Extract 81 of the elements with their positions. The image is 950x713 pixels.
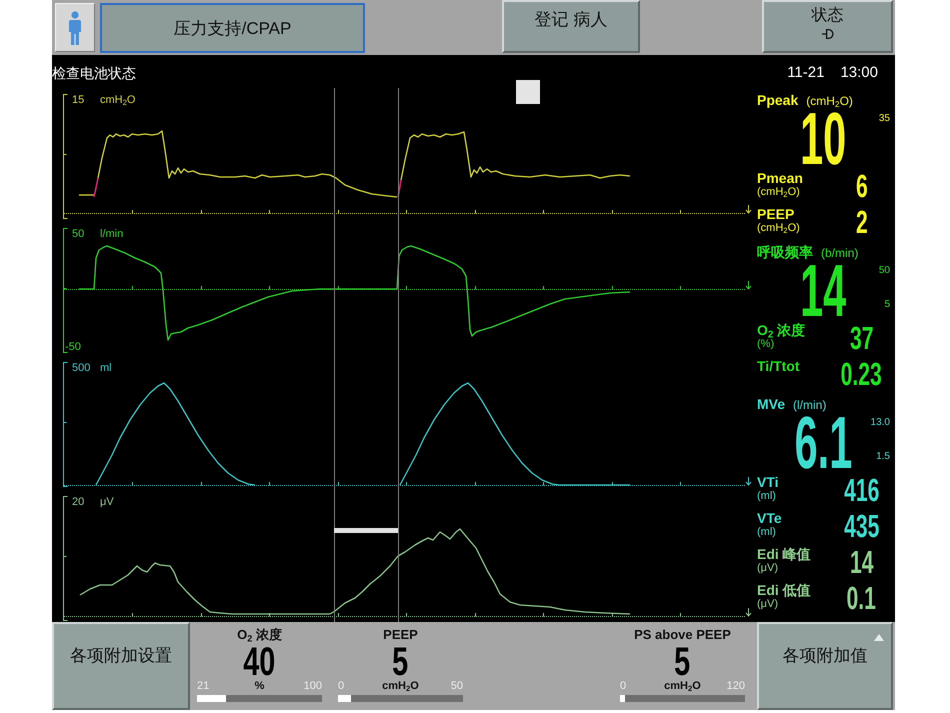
limit-value: 5 <box>884 299 890 310</box>
unit-label: (l/min) <box>793 399 826 411</box>
reading-value: 2 <box>856 210 868 234</box>
person-icon <box>68 10 82 44</box>
down-arrow-icon <box>746 204 752 214</box>
reading-label: Ppeak <box>757 93 798 108</box>
scale-label: 50 <box>72 228 84 240</box>
scale-label: 500 <box>72 362 90 374</box>
setting-unit: cmH$_{2}$O <box>664 680 701 692</box>
reading-value: 6 <box>856 174 868 198</box>
status-button[interactable]: 状态 <box>762 0 893 53</box>
reading-value: 0.1 <box>846 586 876 610</box>
range-min: 0 <box>620 680 626 692</box>
unit-label: (ml) <box>757 526 776 538</box>
limit-value: 50 <box>878 265 890 276</box>
unit-label: (μV) <box>757 562 778 574</box>
reading-value: 14 <box>850 550 874 574</box>
reading-label: MVe <box>757 397 786 412</box>
unit-label: (μV) <box>757 598 778 610</box>
reading-value: 0.23 <box>840 362 882 386</box>
reading-value: 435 <box>844 514 880 538</box>
scale-label: 20 <box>72 496 84 508</box>
status-indicator <box>516 80 540 104</box>
reading-value: 10 <box>800 111 847 166</box>
reading-value: 37 <box>850 326 874 350</box>
down-arrow-icon <box>746 476 752 486</box>
reading-label: Edi 低值 <box>757 583 811 598</box>
setting-label: PEEP <box>383 627 418 642</box>
marker-bar <box>334 528 398 533</box>
setting-value: 40 <box>243 647 276 677</box>
limit-value: 35 <box>878 113 890 124</box>
reading-label: PEEP <box>757 207 794 222</box>
reading-value: 6.1 <box>794 415 852 470</box>
limit-value: 13.0 <box>870 417 890 428</box>
reading-label: VTi <box>757 475 779 490</box>
unit-label: (cmH$_{2}$O) <box>757 186 800 198</box>
caret-icon <box>874 634 884 641</box>
mode-button[interactable]: 压力支持/CPAP <box>100 3 365 53</box>
unit-label: (%) <box>757 338 774 350</box>
range-max: 120 <box>726 680 745 692</box>
limit-value: 1.5 <box>876 451 890 462</box>
scale-label: -50 <box>65 341 81 353</box>
trigger-segment <box>93 178 99 198</box>
unit-label: μV <box>100 496 114 508</box>
unit-label: cmH$_{2}$O <box>100 94 136 106</box>
reading-label: O$_{2}$ 浓度 <box>757 323 806 338</box>
unit-label: (cmH$_{2}$O) <box>806 95 853 107</box>
down-arrow-icon <box>746 608 752 617</box>
down-arrow-icon <box>746 280 752 290</box>
setting-value: 5 <box>674 647 690 677</box>
values-button[interactable]: 各项附加值 <box>757 622 893 710</box>
unit-label: ml <box>100 362 112 374</box>
register-patient-button[interactable]: 登记 病人 <box>502 0 640 53</box>
unit-label: (ml) <box>757 490 776 502</box>
unit-label: (b/min) <box>821 247 858 259</box>
setting-unit: % <box>254 680 264 692</box>
setting-label: O$_{2}$ 浓度 <box>237 627 282 642</box>
person-button[interactable] <box>55 3 95 52</box>
plug-icon <box>822 28 834 40</box>
setting-value: 5 <box>392 647 408 677</box>
reading-label: VTe <box>757 511 782 526</box>
range-min: 21 <box>197 680 210 692</box>
reading-label: Pmean <box>757 171 803 186</box>
date-text: 11-21 <box>787 65 824 81</box>
range-min: 0 <box>338 680 344 692</box>
reading-value: 416 <box>844 478 880 502</box>
settings-button[interactable]: 各项附加设置 <box>52 622 190 710</box>
scale-label: 15 <box>72 94 84 106</box>
unit-label: (cmH$_{2}$O) <box>757 222 800 234</box>
unit-label: l/min <box>100 228 124 240</box>
range-max: 100 <box>304 680 322 692</box>
reading-value: 14 <box>800 263 847 318</box>
trigger-segment <box>397 180 402 198</box>
status-message: 检查电池状态 <box>52 65 136 81</box>
reading-label: Edi 峰值 <box>757 547 811 562</box>
time-text: 13:00 <box>840 65 878 81</box>
setting-unit: cmH$_{2}$O <box>382 680 419 692</box>
reading-label: Ti/Ttot <box>757 359 800 374</box>
reading-label: 呼吸频率 <box>757 245 813 260</box>
range-max: 50 <box>450 680 463 692</box>
setting-label: PS above PEEP <box>634 627 731 642</box>
